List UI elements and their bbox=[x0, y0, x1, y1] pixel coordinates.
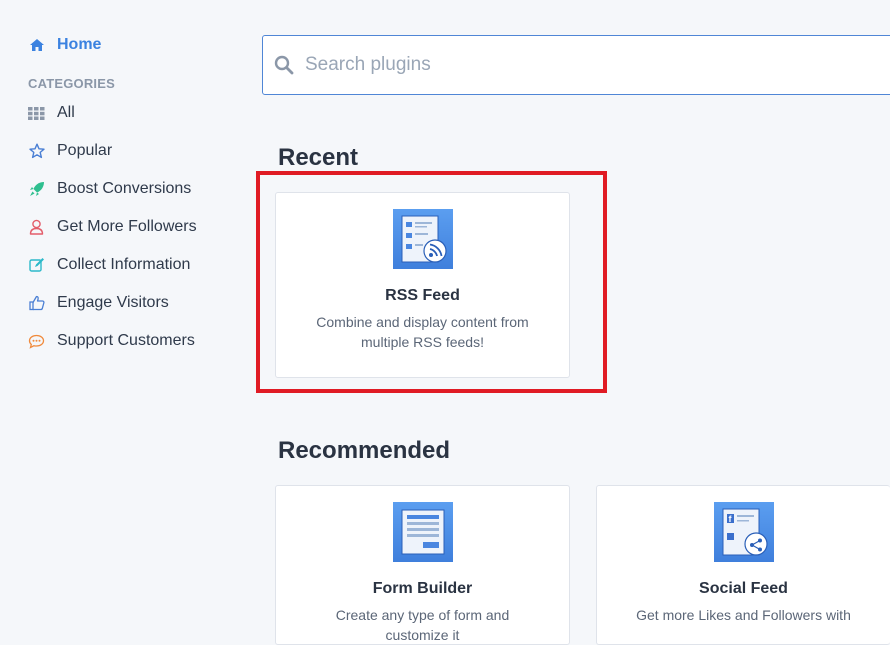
recommended-heading: Recommended bbox=[278, 437, 451, 464]
thumbs-up-icon bbox=[28, 295, 45, 312]
home-icon bbox=[28, 37, 45, 54]
sidebar-item-label: Boost Conversions bbox=[57, 180, 192, 197]
plugin-card-rss-feed[interactable]: RSS Feed Combine and display content fro… bbox=[275, 192, 570, 378]
sidebar-item-engage-visitors[interactable]: Engage Visitors bbox=[28, 294, 169, 312]
sidebar-item-label: Engage Visitors bbox=[57, 294, 169, 311]
sidebar-item-label: Get More Followers bbox=[57, 218, 197, 235]
sidebar-item-all[interactable]: All bbox=[28, 104, 75, 122]
grid-icon bbox=[28, 105, 45, 122]
rocket-icon bbox=[28, 181, 45, 198]
sidebar: Home CATEGORIES All Popular Boost Conver… bbox=[0, 0, 250, 617]
chat-icon bbox=[28, 333, 45, 350]
sidebar-item-support-customers[interactable]: Support Customers bbox=[28, 332, 195, 350]
rss-feed-icon bbox=[392, 209, 453, 269]
search-input[interactable] bbox=[303, 53, 867, 77]
sidebar-item-label: Popular bbox=[57, 142, 113, 159]
sidebar-item-home[interactable]: Home bbox=[28, 36, 101, 54]
categories-heading: CATEGORIES bbox=[28, 76, 115, 91]
plugin-title: RSS Feed bbox=[385, 287, 460, 304]
search-icon bbox=[274, 55, 294, 75]
social-feed-icon: f bbox=[713, 502, 774, 562]
sidebar-item-label: Support Customers bbox=[57, 332, 195, 349]
sidebar-item-collect-information[interactable]: Collect Information bbox=[28, 256, 190, 274]
plugin-card-form-builder[interactable]: Form Builder Create any type of form and… bbox=[275, 485, 570, 645]
search-box bbox=[262, 35, 890, 95]
plugin-description: Create any type of form and customize it bbox=[335, 607, 510, 643]
recent-heading: Recent bbox=[278, 144, 359, 171]
sidebar-item-popular[interactable]: Popular bbox=[28, 142, 112, 160]
sidebar-item-label: Home bbox=[57, 36, 102, 53]
star-icon bbox=[28, 143, 45, 160]
plugin-title: Social Feed bbox=[699, 580, 788, 597]
sidebar-item-label: All bbox=[57, 104, 75, 121]
user-icon bbox=[28, 219, 45, 236]
edit-icon bbox=[28, 257, 45, 274]
plugin-title: Form Builder bbox=[372, 580, 473, 597]
sidebar-item-label: Collect Information bbox=[57, 256, 191, 273]
plugin-card-social-feed[interactable]: f Social Feed Get more Likes and Followe… bbox=[596, 485, 890, 645]
sidebar-item-boost-conversions[interactable]: Boost Conversions bbox=[28, 180, 191, 198]
plugin-description: Combine and display content from multipl… bbox=[316, 314, 529, 350]
sidebar-item-get-more-followers[interactable]: Get More Followers bbox=[28, 218, 197, 236]
form-builder-icon bbox=[392, 502, 453, 562]
plugin-description: Get more Likes and Followers with bbox=[636, 607, 851, 623]
